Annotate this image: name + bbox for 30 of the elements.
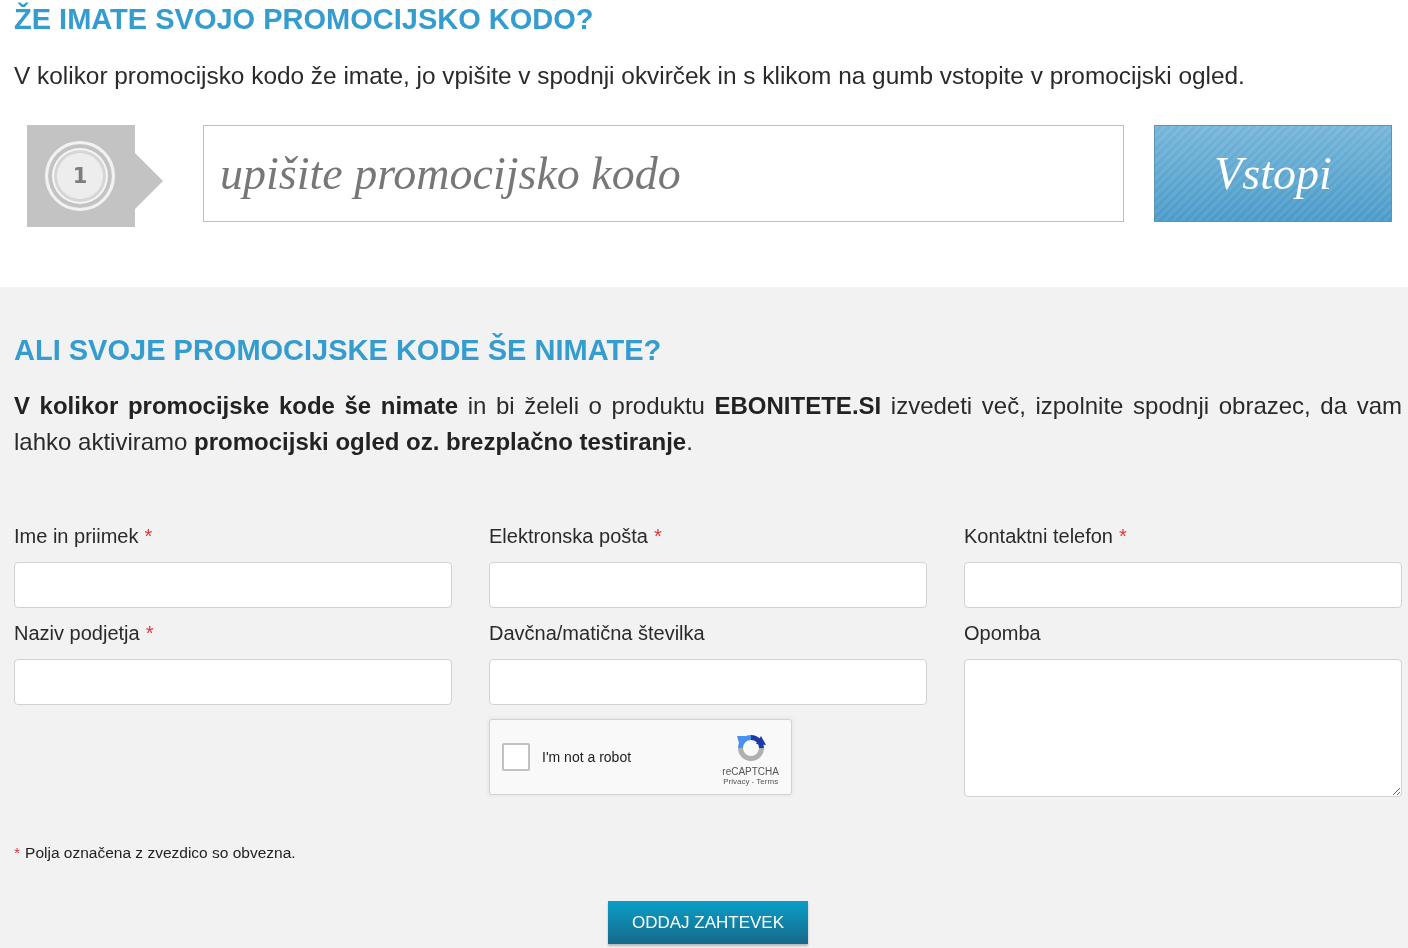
promo-code-field[interactable]: upišite promocijsko kodo <box>203 125 1124 222</box>
required-mark: * <box>1119 524 1127 548</box>
required-mark: * <box>145 621 154 645</box>
field-label: Ime in priimek <box>14 524 139 548</box>
input-field[interactable] <box>489 562 927 608</box>
section-heading: ŽE IMATE SVOJO PROMOCIJSKO KODO? <box>14 1 594 37</box>
submit-button[interactable]: ODDAJ ZAHTEVEK <box>608 901 808 944</box>
required-mark: * <box>14 844 21 862</box>
input-field[interactable] <box>964 562 1402 608</box>
field-label: Opomba <box>964 621 1041 645</box>
required-note: Polja označena z zvezdico so obvezna. <box>25 844 296 862</box>
input-field[interactable] <box>14 562 452 608</box>
privacy-terms-links[interactable]: Privacy - Terms <box>723 776 779 786</box>
captcha-brand: reCAPTCHA <box>722 765 779 777</box>
required-mark: * <box>144 524 153 548</box>
step-number: 1 <box>45 141 115 211</box>
input-field[interactable] <box>14 659 452 705</box>
captcha-label: I'm not a robot <box>542 748 632 765</box>
section-heading: ALI SVOJE PROMOCIJSKE KODE ŠE NIMATE? <box>14 332 662 368</box>
field-label: Davčna/matična številka <box>489 621 705 645</box>
intro-text: V kolikor promocijsko kodo že imate, jo vpišite v spodnji okvirček in s klikom na gumb vstopite v promocijski ogled. <box>14 61 1245 91</box>
field-label: Kontaktni telefon <box>964 524 1113 548</box>
captcha-checkbox[interactable] <box>502 742 530 771</box>
intro-text: V kolikor promocijske kode še nimate in bi želeli o produktu EBONITETE.SI izvedeti več, izpolnite spodnji obrazec, da vam lahko aktiviramo promocijski ogled oz. brezplačno testiranje. <box>14 391 1402 457</box>
required-mark: * <box>654 524 662 548</box>
field-label: Elektronska pošta <box>489 524 648 548</box>
input-field[interactable] <box>489 659 927 705</box>
textarea-field[interactable] <box>964 659 1402 797</box>
enter-button[interactable]: Vstopi <box>1154 125 1392 222</box>
field-label: Naziv podjetja <box>14 621 140 645</box>
